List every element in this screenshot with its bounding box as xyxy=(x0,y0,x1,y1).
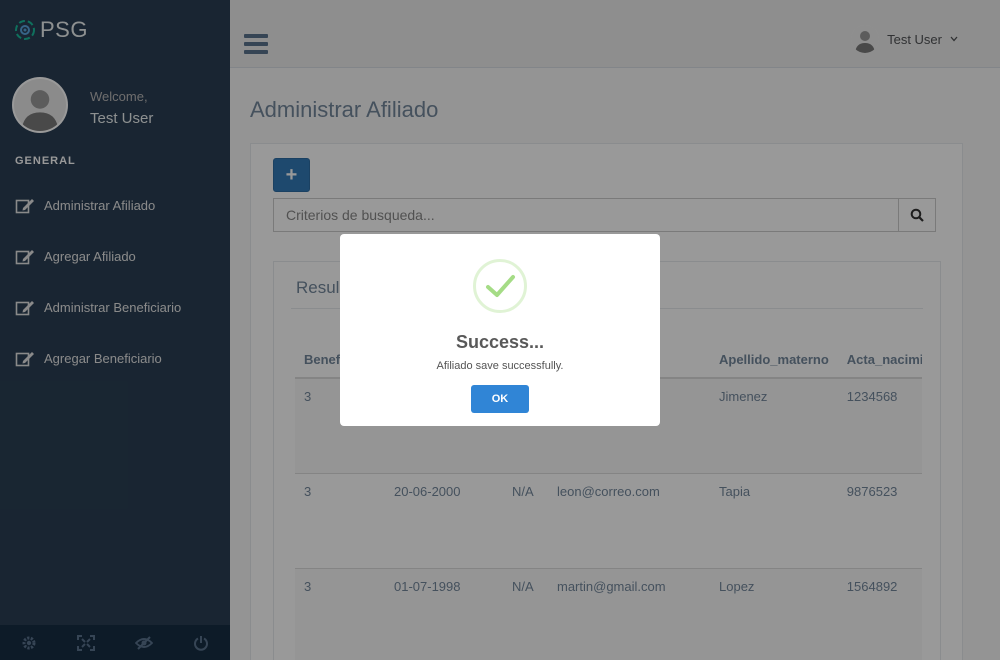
success-modal: Success... Afiliado save successfully. O… xyxy=(340,234,660,426)
modal-message: Afiliado save successfully. xyxy=(436,360,564,372)
modal-title: Success... xyxy=(455,332,545,352)
success-check-icon xyxy=(473,259,527,313)
ok-button[interactable]: OK xyxy=(471,385,529,413)
